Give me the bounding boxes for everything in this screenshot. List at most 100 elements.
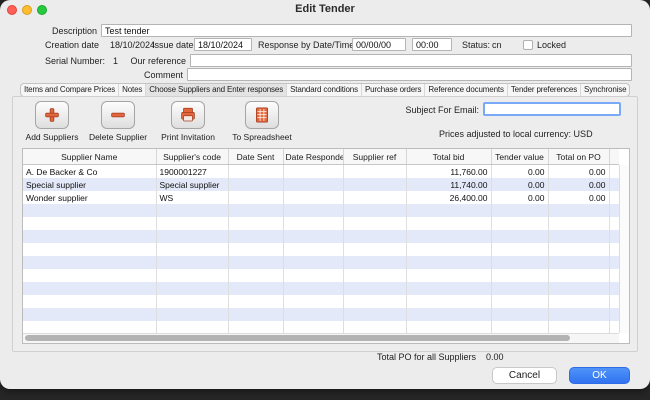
table-cell[interactable]: 0.00 [491, 165, 548, 179]
print-invitation-button[interactable]: Print Invitation [155, 101, 221, 142]
table-cell[interactable] [156, 282, 228, 295]
table-cell[interactable] [283, 243, 343, 256]
table-cell[interactable]: 11,760.00 [406, 165, 491, 179]
table-cell[interactable] [491, 308, 548, 321]
table-cell[interactable]: 0.00 [548, 178, 609, 191]
table-cell[interactable] [406, 282, 491, 295]
table-cell[interactable]: Wonder supplier [23, 191, 156, 204]
column-header-date-responded[interactable]: Date Responded [283, 149, 343, 165]
table-cell[interactable] [548, 230, 609, 243]
table-cell[interactable] [283, 178, 343, 191]
column-header-tender-value[interactable]: Tender value [491, 149, 548, 165]
horizontal-scrollbar-thumb[interactable] [25, 335, 570, 341]
table-cell[interactable] [343, 256, 406, 269]
tab-reference-documents[interactable]: Reference documents [425, 84, 507, 96]
table-row[interactable] [23, 243, 619, 256]
tab-tender-preferences[interactable]: Tender preferences [508, 84, 581, 96]
table-cell[interactable] [23, 230, 156, 243]
response-time-input[interactable] [412, 38, 452, 51]
table-cell[interactable] [548, 217, 609, 230]
table-cell[interactable] [156, 269, 228, 282]
tab-standard-conditions[interactable]: Standard conditions [287, 84, 362, 96]
ok-button[interactable]: OK [569, 367, 630, 384]
table-cell[interactable] [343, 178, 406, 191]
table-cell[interactable] [491, 217, 548, 230]
table-cell[interactable] [343, 282, 406, 295]
column-header-total-on-po[interactable]: Total on PO [548, 149, 609, 165]
table-cell[interactable] [343, 204, 406, 217]
table-cell[interactable] [548, 243, 609, 256]
table-cell[interactable] [548, 308, 609, 321]
table-row[interactable] [23, 295, 619, 308]
tab-synchronise[interactable]: Synchronise [581, 84, 630, 96]
table-cell[interactable] [548, 282, 609, 295]
table-cell[interactable] [283, 269, 343, 282]
table-cell[interactable] [548, 269, 609, 282]
table-cell[interactable] [343, 295, 406, 308]
table-cell[interactable] [228, 191, 283, 204]
table-cell[interactable] [343, 217, 406, 230]
table-cell[interactable] [283, 217, 343, 230]
table-cell[interactable] [228, 204, 283, 217]
tab-choose-suppliers-and-enter-responses[interactable]: Choose Suppliers and Enter responses [146, 84, 287, 96]
tab-purchase-orders[interactable]: Purchase orders [362, 84, 425, 96]
table-cell[interactable] [491, 282, 548, 295]
table-cell[interactable] [228, 269, 283, 282]
table-cell[interactable] [343, 165, 406, 179]
table-cell[interactable] [548, 204, 609, 217]
issue-date-input[interactable] [194, 38, 252, 51]
table-cell[interactable] [548, 256, 609, 269]
table-cell[interactable] [283, 165, 343, 179]
column-header-suppliers-code[interactable]: Supplier's code [156, 149, 228, 165]
to-spreadsheet-button[interactable]: To Spreadsheet [229, 101, 295, 142]
tab-items-and-compare-prices[interactable]: Items and Compare Prices [21, 84, 119, 96]
table-cell[interactable] [491, 243, 548, 256]
table-cell[interactable] [406, 308, 491, 321]
horizontal-scrollbar[interactable] [23, 333, 619, 343]
table-cell[interactable]: 0.00 [491, 191, 548, 204]
table-cell[interactable] [343, 269, 406, 282]
locked-checkbox[interactable] [523, 40, 533, 50]
table-cell[interactable]: WS [156, 191, 228, 204]
delete-supplier-button[interactable]: Delete Supplier [85, 101, 151, 142]
table-row[interactable]: Special supplierSpecial supplier 11,740.0… [23, 178, 619, 191]
table-cell[interactable] [23, 282, 156, 295]
table-cell[interactable] [406, 269, 491, 282]
table-row[interactable] [23, 308, 619, 321]
table-cell[interactable] [283, 282, 343, 295]
response-date-input[interactable] [352, 38, 406, 51]
table-cell[interactable] [491, 269, 548, 282]
table-cell[interactable] [343, 191, 406, 204]
table-cell[interactable] [23, 217, 156, 230]
table-cell[interactable]: Special supplier [23, 178, 156, 191]
table-cell[interactable] [491, 295, 548, 308]
table-row[interactable] [23, 256, 619, 269]
table-cell[interactable] [406, 243, 491, 256]
table-cell[interactable]: Special supplier [156, 178, 228, 191]
column-header-total-bid[interactable]: Total bid [406, 149, 491, 165]
table-cell[interactable] [343, 308, 406, 321]
table-cell[interactable]: 26,400.00 [406, 191, 491, 204]
table-cell[interactable] [406, 230, 491, 243]
table-cell[interactable]: 1900001227 [156, 165, 228, 179]
table-cell[interactable] [23, 256, 156, 269]
table-cell[interactable] [228, 243, 283, 256]
table-cell[interactable] [228, 256, 283, 269]
column-header-supplier-ref[interactable]: Supplier ref [343, 149, 406, 165]
table-cell[interactable]: 11,740.00 [406, 178, 491, 191]
table-row[interactable] [23, 230, 619, 243]
table-cell[interactable] [228, 282, 283, 295]
table-cell[interactable] [156, 230, 228, 243]
table-cell[interactable] [283, 295, 343, 308]
add-suppliers-button[interactable]: Add Suppliers [19, 101, 85, 142]
table-row[interactable]: A. De Backer & Co190000122711,760.000.00… [23, 165, 619, 179]
table-cell[interactable] [23, 243, 156, 256]
table-cell[interactable] [283, 230, 343, 243]
column-header-supplier-name[interactable]: Supplier Name [23, 149, 156, 165]
table-cell[interactable] [228, 165, 283, 179]
table-cell[interactable] [406, 256, 491, 269]
our-reference-input[interactable] [190, 54, 632, 67]
table-cell[interactable] [283, 256, 343, 269]
table-cell[interactable] [23, 308, 156, 321]
table-cell[interactable] [406, 217, 491, 230]
